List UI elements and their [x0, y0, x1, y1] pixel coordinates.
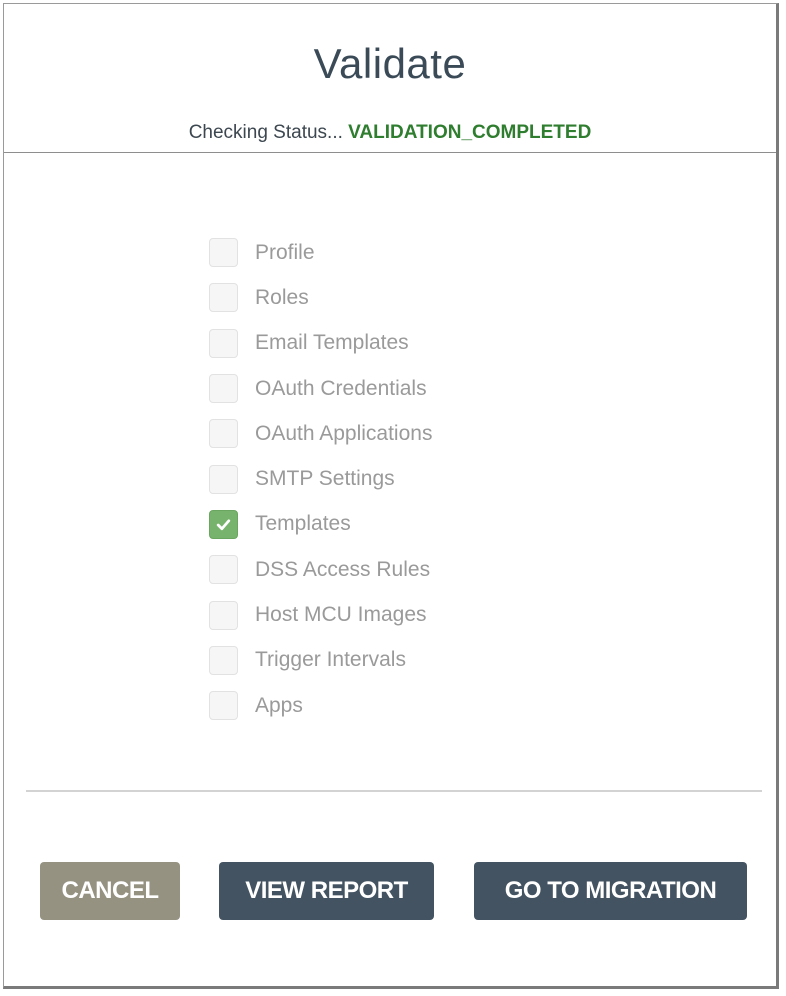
checklist-item-apps[interactable]: Apps: [209, 683, 432, 728]
checklist-item-oauth-credentials[interactable]: OAuth Credentials: [209, 366, 432, 411]
checkbox[interactable]: [209, 600, 238, 630]
view-report-button[interactable]: VIEW REPORT: [219, 862, 434, 920]
checklist-item-dss-access-rules[interactable]: DSS Access Rules: [209, 547, 432, 592]
checklist-item-templates[interactable]: Templates: [209, 502, 432, 547]
checkbox[interactable]: [209, 419, 238, 449]
checkbox[interactable]: [209, 328, 238, 358]
checklist-item-label: OAuth Applications: [255, 421, 433, 445]
checklist-item-profile[interactable]: Profile: [209, 230, 432, 275]
footer-divider: [26, 790, 762, 792]
status-value: VALIDATION_COMPLETED: [348, 122, 592, 143]
checklist-item-label: OAuth Credentials: [255, 376, 427, 400]
checklist-item-label: Email Templates: [255, 331, 409, 355]
checkbox[interactable]: [209, 691, 238, 721]
checklist-item-label: SMTP Settings: [255, 467, 395, 491]
checklist-item-label: Templates: [255, 512, 351, 536]
checklist-item-host-mcu-images[interactable]: Host MCU Images: [209, 592, 432, 637]
checklist-item-label: Apps: [255, 693, 303, 717]
checklist-item-label: DSS Access Rules: [255, 557, 431, 581]
checklist-item-trigger-intervals[interactable]: Trigger Intervals: [209, 638, 432, 683]
checklist-item-email-templates[interactable]: Email Templates: [209, 321, 432, 366]
checklist-item-label: Host MCU Images: [255, 603, 427, 627]
go-to-migration-button[interactable]: GO TO MIGRATION: [474, 862, 747, 920]
checklist-item-roles[interactable]: Roles: [209, 275, 432, 320]
checklist-item-smtp-settings[interactable]: SMTP Settings: [209, 456, 432, 501]
checkbox[interactable]: [209, 374, 238, 404]
dialog-title: Validate: [313, 40, 467, 87]
checkbox[interactable]: [209, 645, 238, 675]
checkbox[interactable]: [209, 238, 238, 268]
checkbox[interactable]: [209, 283, 238, 313]
checkmark-icon: [216, 519, 231, 531]
header-divider: [4, 152, 776, 153]
status-line: Checking Status... VALIDATION_COMPLETED: [4, 122, 776, 144]
checkbox-checked[interactable]: [209, 509, 238, 539]
checklist-item-label: Trigger Intervals: [255, 648, 406, 672]
status-prefix: Checking Status...: [188, 122, 343, 143]
checkbox[interactable]: [209, 555, 238, 585]
validation-checklist: Profile Roles Email Templates OAuth Cred…: [209, 230, 432, 728]
checklist-item-label: Roles: [255, 285, 309, 309]
checklist-item-oauth-applications[interactable]: OAuth Applications: [209, 411, 432, 456]
validate-dialog: Validate Checking Status... VALIDATION_C…: [3, 3, 779, 989]
checklist-item-label: Profile: [255, 240, 315, 264]
checkbox[interactable]: [209, 464, 238, 494]
cancel-button[interactable]: CANCEL: [40, 862, 180, 920]
